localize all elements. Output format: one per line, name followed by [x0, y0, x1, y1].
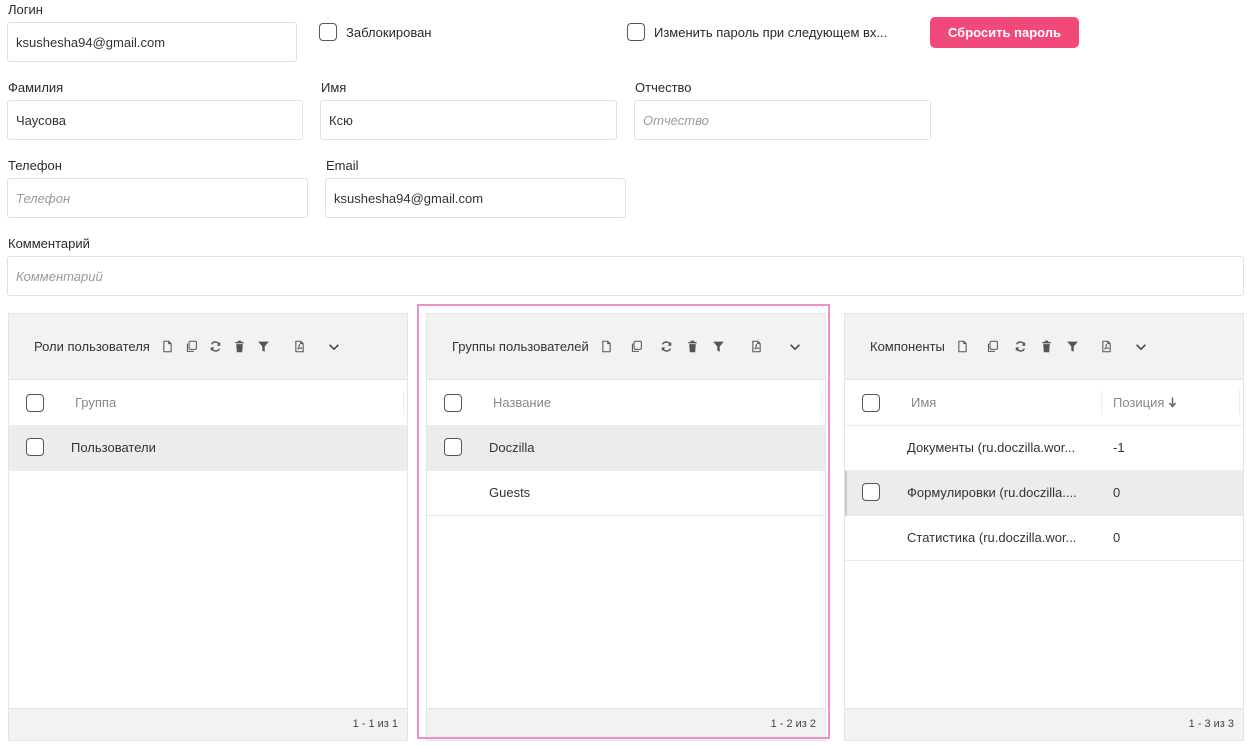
blocked-checkbox-group[interactable]: Заблокирован	[319, 23, 431, 41]
table-row[interactable]: Guests	[427, 471, 825, 516]
groups-panel-header: Группы пользователей	[427, 314, 825, 380]
roles-panel-title: Роли пользователя	[34, 339, 150, 354]
components-position-column-header[interactable]: Позиция	[1113, 395, 1177, 411]
lastname-input[interactable]: Чаусова	[7, 100, 303, 140]
refresh-icon[interactable]	[208, 339, 224, 355]
row-name: Документы (ru.doczilla.wor...	[907, 440, 1076, 455]
row-checkbox[interactable]	[444, 438, 462, 456]
roles-panel-header: Роли пользователя	[9, 314, 407, 380]
groups-panel: Группы пользователей Название Doczilla G…	[426, 313, 826, 741]
firstname-input[interactable]: Ксю	[320, 100, 617, 140]
roles-grid-header: Группа	[9, 380, 407, 426]
new-document-icon[interactable]	[160, 339, 176, 355]
new-document-icon[interactable]	[599, 339, 615, 355]
table-row[interactable]: Doczilla	[427, 426, 825, 471]
groups-pagination-text: 1 - 2 из 2	[770, 718, 816, 730]
row-position: -1	[1113, 440, 1125, 455]
components-pagination-text: 1 - 3 из 3	[1188, 718, 1234, 730]
reset-password-button[interactable]: Сбросить пароль	[930, 17, 1079, 48]
change-password-checkbox-group[interactable]: Изменить пароль при следующем вх...	[627, 23, 887, 41]
groups-grid-header: Название	[427, 380, 825, 426]
row-name: Формулировки (ru.doczilla....	[907, 485, 1077, 500]
blocked-label: Заблокирован	[346, 24, 432, 40]
pdf-icon[interactable]	[1099, 339, 1115, 355]
components-panel-title: Компоненты	[870, 339, 945, 354]
chevron-down-icon[interactable]	[1133, 339, 1149, 355]
roles-select-all-checkbox[interactable]	[26, 394, 44, 412]
new-document-icon[interactable]	[955, 339, 971, 355]
roles-column-header[interactable]: Группа	[75, 395, 116, 410]
copy-icon[interactable]	[629, 339, 645, 355]
components-panel: Компоненты Имя Позиция Документы (ru.doc…	[844, 313, 1244, 741]
blocked-checkbox[interactable]	[319, 23, 337, 41]
table-row[interactable]: Формулировки (ru.doczilla.... 0	[845, 471, 1243, 516]
column-separator[interactable]	[821, 390, 822, 414]
row-checkbox[interactable]	[862, 483, 880, 501]
groups-panel-footer: 1 - 2 из 2	[427, 708, 825, 740]
components-grid-header: Имя Позиция	[845, 380, 1243, 426]
roles-panel: Роли пользователя Группа Пользователи 1 …	[8, 313, 408, 741]
login-label: Логин	[8, 2, 43, 17]
phone-label: Телефон	[8, 158, 62, 173]
groups-select-all-checkbox[interactable]	[444, 394, 462, 412]
row-name: Статистика (ru.doczilla.wor...	[907, 530, 1077, 545]
firstname-label: Имя	[321, 80, 347, 95]
filter-icon[interactable]	[1065, 339, 1081, 355]
table-row[interactable]: Статистика (ru.doczilla.wor... 0	[845, 516, 1243, 561]
phone-input[interactable]: Телефон	[7, 178, 308, 218]
filter-icon[interactable]	[256, 339, 272, 355]
components-panel-header: Компоненты	[845, 314, 1243, 380]
sort-descending-icon	[1168, 396, 1177, 411]
change-password-checkbox[interactable]	[627, 23, 645, 41]
table-row[interactable]: Документы (ru.doczilla.wor... -1	[845, 426, 1243, 471]
delete-icon[interactable]	[1039, 339, 1055, 355]
components-panel-footer: 1 - 3 из 3	[845, 708, 1243, 740]
row-position: 0	[1113, 485, 1121, 500]
components-name-column-header[interactable]: Имя	[911, 395, 936, 410]
row-position: 0	[1113, 530, 1121, 545]
components-select-all-checkbox[interactable]	[862, 394, 880, 412]
column-separator[interactable]	[403, 390, 404, 414]
change-password-label: Изменить пароль при следующем вх...	[654, 24, 888, 40]
chevron-down-icon[interactable]	[787, 339, 803, 355]
copy-icon[interactable]	[985, 339, 1001, 355]
copy-icon[interactable]	[184, 339, 200, 355]
pdf-icon[interactable]	[292, 339, 308, 355]
row-checkbox[interactable]	[26, 438, 44, 456]
delete-icon[interactable]	[685, 339, 701, 355]
groups-column-header[interactable]: Название	[493, 395, 551, 410]
row-name: Doczilla	[489, 440, 535, 455]
refresh-icon[interactable]	[1013, 339, 1029, 355]
table-row[interactable]: Пользователи	[9, 426, 407, 471]
login-input[interactable]: ksushesha94@gmail.com	[7, 22, 297, 62]
email-label: Email	[326, 158, 359, 173]
filter-icon[interactable]	[711, 339, 727, 355]
row-name: Guests	[489, 485, 531, 500]
middlename-input[interactable]: Отчество	[634, 100, 931, 140]
refresh-icon[interactable]	[659, 339, 675, 355]
lastname-label: Фамилия	[8, 80, 64, 95]
roles-panel-footer: 1 - 1 из 1	[9, 708, 407, 740]
chevron-down-icon[interactable]	[326, 339, 342, 355]
delete-icon[interactable]	[232, 339, 248, 355]
pdf-icon[interactable]	[749, 339, 765, 355]
roles-pagination-text: 1 - 1 из 1	[352, 718, 398, 730]
comment-label: Комментарий	[8, 236, 90, 251]
middlename-label: Отчество	[635, 80, 692, 95]
email-input[interactable]: ksushesha94@gmail.com	[325, 178, 626, 218]
column-separator[interactable]	[1101, 390, 1102, 414]
position-header-label: Позиция	[1113, 395, 1165, 410]
row-name: Пользователи	[71, 440, 156, 455]
comment-input[interactable]: Комментарий	[7, 256, 1244, 296]
column-separator[interactable]	[1239, 390, 1240, 414]
groups-panel-title: Группы пользователей	[452, 339, 589, 354]
